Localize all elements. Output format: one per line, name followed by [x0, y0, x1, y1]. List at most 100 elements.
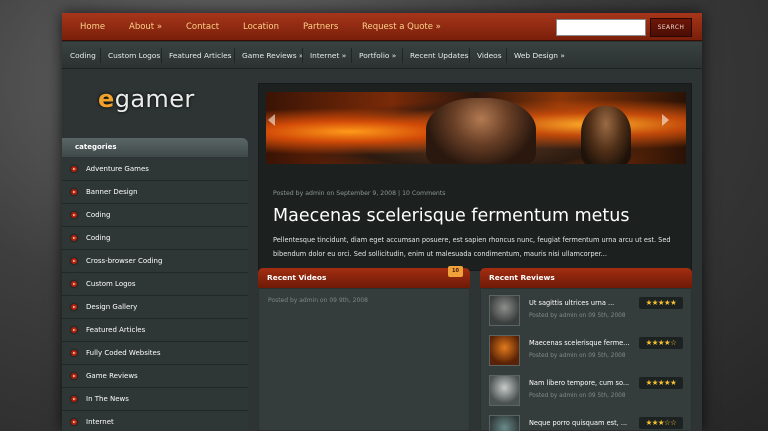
review-thumbnail[interactable]: [489, 335, 520, 366]
search-input[interactable]: [556, 19, 646, 36]
nav-home[interactable]: Home: [80, 13, 105, 41]
logo-prefix: e: [98, 85, 115, 113]
sidebar-item-label: Coding: [86, 211, 111, 219]
review-meta: Posted by admin on 09 5th, 2008: [529, 393, 626, 399]
nav-location[interactable]: Location: [243, 13, 279, 41]
sidebar-item-label: Game Reviews: [86, 372, 138, 380]
review-title[interactable]: Ut sagittis ultrices urna ...: [529, 299, 614, 307]
arrow-bullet-icon: [71, 350, 77, 356]
sidebar-item[interactable]: Internet: [62, 411, 248, 431]
star-rating-icon: ★★★★★: [639, 297, 683, 309]
nav-divider: [161, 48, 162, 63]
recent-reviews-heading: Recent Reviews: [480, 268, 692, 288]
sidebar-heading: categories: [62, 138, 248, 157]
review-thumbnail[interactable]: [489, 295, 520, 326]
review-item[interactable]: Nam libero tempore, cum so... Posted by …: [489, 373, 683, 409]
slider-prev-icon[interactable]: [268, 114, 275, 126]
soldier-figure: [581, 106, 631, 164]
sidebar-item-label: Design Gallery: [86, 303, 138, 311]
nav-divider: [302, 48, 303, 63]
nav-request-quote[interactable]: Request a Quote »: [362, 13, 441, 41]
featured-excerpt: Pellentesque tincidunt, diam eget accums…: [273, 236, 671, 258]
sidebar-item[interactable]: Cross-browser Coding: [62, 250, 248, 273]
review-title[interactable]: Nam libero tempore, cum so...: [529, 379, 629, 387]
arrow-bullet-icon: [71, 235, 77, 241]
review-title[interactable]: Neque porro quisquam est, ...: [529, 419, 627, 427]
review-thumbnail[interactable]: [489, 415, 520, 431]
sidebar-item[interactable]: Custom Logos: [62, 273, 248, 296]
nav-about[interactable]: About »: [129, 13, 162, 41]
sidebar-item[interactable]: Adventure Games: [62, 158, 248, 181]
star-rating-icon: ★★★★★: [639, 377, 683, 389]
slider-next-icon[interactable]: [662, 114, 669, 126]
nav-contact[interactable]: Contact: [186, 13, 219, 41]
sidebar-item[interactable]: Design Gallery: [62, 296, 248, 319]
soldier-figure: [426, 98, 536, 164]
sidebar-item[interactable]: Game Reviews: [62, 365, 248, 388]
review-thumbnail[interactable]: [489, 375, 520, 406]
recent-reviews-panel: Ut sagittis ultrices urna ... Posted by …: [480, 288, 692, 431]
sidebar-item-label: In The News: [86, 395, 129, 403]
catnav-coding[interactable]: Coding: [70, 42, 96, 69]
meta-prefix: Posted by: [273, 190, 304, 197]
search-button[interactable]: SEARCH: [650, 18, 692, 37]
page-wrapper: Home About » Contact Location Partners R…: [62, 13, 702, 431]
catnav-videos[interactable]: Videos: [477, 42, 502, 69]
recent-videos-panel: Posted by admin on 09 9th, 2008: [258, 288, 470, 431]
sidebar-item[interactable]: Coding: [62, 227, 248, 250]
catnav-recent-updates[interactable]: Recent Updates: [410, 42, 469, 69]
arrow-bullet-icon: [71, 258, 77, 264]
review-meta: Posted by admin on 09 5th, 2008: [529, 313, 626, 319]
comment-bubble-icon[interactable]: 10: [448, 266, 463, 277]
arrow-bullet-icon: [71, 166, 77, 172]
arrow-bullet-icon: [71, 304, 77, 310]
star-rating-icon: ★★★☆☆: [639, 417, 683, 429]
sidebar-item-label: Custom Logos: [86, 280, 136, 288]
arrow-bullet-icon: [71, 189, 77, 195]
catnav-web-design[interactable]: Web Design »: [514, 42, 565, 69]
comments-link[interactable]: 10 Comments: [402, 190, 445, 197]
nav-divider: [351, 48, 352, 63]
nav-divider: [402, 48, 403, 63]
review-item[interactable]: Ut sagittis ultrices urna ... Posted by …: [489, 293, 683, 329]
author-link[interactable]: admin: [305, 190, 324, 197]
catnav-custom-logos[interactable]: Custom Logos: [108, 42, 160, 69]
nav-partners[interactable]: Partners: [303, 13, 338, 41]
post-meta: Posted by admin on September 9, 2008 | 1…: [273, 190, 445, 197]
nav-divider: [469, 48, 470, 63]
arrow-bullet-icon: [71, 327, 77, 333]
featured-image[interactable]: [266, 92, 686, 164]
sidebar-item[interactable]: Coding: [62, 204, 248, 227]
arrow-bullet-icon: [71, 373, 77, 379]
sidebar-item[interactable]: Featured Articles: [62, 319, 248, 342]
nav-divider: [506, 48, 507, 63]
catnav-internet[interactable]: Internet »: [310, 42, 346, 69]
arrow-bullet-icon: [71, 281, 77, 287]
arrow-bullet-icon: [71, 419, 77, 425]
star-rating-icon: ★★★★☆: [639, 337, 683, 349]
featured-title[interactable]: Maecenas scelerisque fermentum metus: [273, 206, 629, 226]
post-date: September 9, 2008: [336, 190, 397, 197]
sidebar-item[interactable]: In The News: [62, 388, 248, 411]
recent-videos-heading: Recent Videos 10: [258, 266, 470, 288]
review-item[interactable]: Neque porro quisquam est, ... ★★★☆☆: [489, 413, 683, 431]
review-item[interactable]: Maecenas scelerisque ferme... Posted by …: [489, 333, 683, 369]
arrow-bullet-icon: [71, 212, 77, 218]
catnav-game-reviews[interactable]: Game Reviews »: [242, 42, 303, 69]
sidebar-item-label: Adventure Games: [86, 165, 149, 173]
site-logo[interactable]: egamer: [98, 85, 228, 125]
featured-post: Posted by admin on September 9, 2008 | 1…: [258, 83, 692, 271]
video-meta: Posted by admin on 09 9th, 2008: [268, 297, 368, 304]
sidebar-item-label: Cross-browser Coding: [86, 257, 163, 265]
sidebar-item-label: Banner Design: [86, 188, 138, 196]
review-meta: Posted by admin on 09 5th, 2008: [529, 353, 626, 359]
sidebar-item[interactable]: Fully Coded Websites: [62, 342, 248, 365]
catnav-featured-articles[interactable]: Featured Articles: [169, 42, 232, 69]
nav-divider: [234, 48, 235, 63]
sidebar-item[interactable]: Banner Design: [62, 181, 248, 204]
sidebar-item-label: Fully Coded Websites: [86, 349, 161, 357]
review-title[interactable]: Maecenas scelerisque ferme...: [529, 339, 629, 347]
catnav-portfolio[interactable]: Portfolio »: [359, 42, 396, 69]
sidebar-item-label: Internet: [86, 418, 114, 426]
sidebar-item-label: Coding: [86, 234, 111, 242]
